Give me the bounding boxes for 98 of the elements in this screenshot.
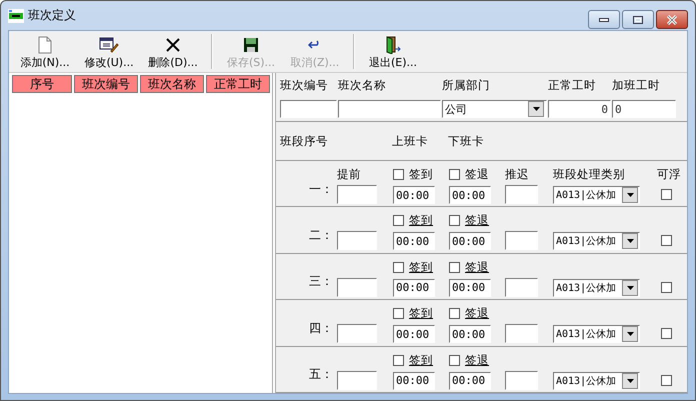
field-label: 所属部门 bbox=[442, 78, 491, 94]
checkbox[interactable] bbox=[449, 262, 460, 273]
maximize-icon bbox=[633, 16, 643, 24]
segment-label: 二： bbox=[309, 226, 334, 244]
time-field[interactable]: 00:00 bbox=[393, 372, 435, 390]
checkbox[interactable] bbox=[661, 189, 672, 200]
app-icon bbox=[8, 8, 24, 22]
caret-icon bbox=[626, 286, 634, 290]
checkbox[interactable] bbox=[661, 235, 672, 246]
time-field[interactable]: 00:00 bbox=[393, 232, 435, 250]
checkbox-label[interactable]: 签到 bbox=[409, 167, 433, 182]
field-label: 正常工时 bbox=[548, 78, 597, 94]
checkbox-label[interactable]: 签到 bbox=[409, 213, 433, 228]
time-field[interactable]: 00:00 bbox=[449, 325, 491, 344]
input-field[interactable] bbox=[337, 231, 377, 250]
toolbar-button[interactable]: 删除(D)... bbox=[141, 31, 205, 72]
input-field[interactable]: 0 bbox=[548, 100, 611, 118]
column-label: 班段处理类别 bbox=[553, 167, 626, 182]
segment-label: 一： bbox=[309, 180, 334, 198]
checkbox-label[interactable]: 签到 bbox=[409, 352, 433, 368]
document-icon bbox=[38, 36, 52, 54]
caret-icon bbox=[626, 332, 634, 336]
checkbox[interactable] bbox=[449, 354, 460, 366]
toolbar-button[interactable]: 修改(U)... bbox=[77, 31, 141, 72]
input-field[interactable] bbox=[505, 324, 538, 344]
column-header[interactable]: 班次编号 bbox=[74, 75, 138, 93]
input-field[interactable] bbox=[505, 370, 538, 390]
field-label: 班次编号 bbox=[280, 78, 329, 94]
window-title: 班次定义 bbox=[28, 7, 76, 24]
checkbox-label[interactable]: 签到 bbox=[409, 306, 433, 322]
checkbox[interactable] bbox=[393, 215, 404, 226]
column-header[interactable]: 序号 bbox=[12, 75, 72, 93]
category-dropdown[interactable]: A013|公休加 bbox=[553, 278, 640, 297]
toolbar-button[interactable]: 添加(N)... bbox=[13, 31, 77, 72]
column-label: 下班卡 bbox=[448, 134, 485, 148]
maximize-button[interactable] bbox=[622, 10, 654, 29]
toolbar-button[interactable]: 退出(E)... bbox=[361, 31, 425, 72]
time-field[interactable]: 00:00 bbox=[393, 325, 435, 344]
input-field[interactable] bbox=[505, 231, 538, 250]
close-icon bbox=[666, 14, 678, 24]
caret-icon bbox=[626, 239, 634, 244]
input-field[interactable] bbox=[337, 370, 377, 390]
checkbox[interactable] bbox=[449, 308, 460, 320]
time-field[interactable]: 00:00 bbox=[393, 278, 435, 297]
checkbox[interactable] bbox=[449, 169, 460, 180]
minimize-icon bbox=[599, 18, 609, 22]
caret-icon bbox=[626, 193, 634, 197]
input-field[interactable] bbox=[337, 278, 377, 297]
field-label: 加班工时 bbox=[612, 78, 661, 94]
input-field[interactable] bbox=[505, 278, 538, 297]
column-header[interactable]: 班次名称 bbox=[140, 75, 204, 93]
category-dropdown[interactable]: A013|公休加 bbox=[553, 186, 640, 204]
edit-icon bbox=[99, 36, 119, 54]
checkbox-label[interactable]: 签退 bbox=[465, 260, 489, 275]
checkbox[interactable] bbox=[393, 354, 404, 366]
column-label: 上班卡 bbox=[392, 134, 429, 148]
input-field[interactable] bbox=[338, 100, 441, 118]
input-field[interactable] bbox=[280, 100, 337, 118]
checkbox-label[interactable]: 签到 bbox=[409, 260, 433, 275]
time-field[interactable]: 00:00 bbox=[449, 232, 491, 250]
segment-label: 三： bbox=[309, 273, 334, 290]
checkbox[interactable] bbox=[661, 328, 672, 340]
category-dropdown[interactable]: A013|公休加 bbox=[553, 232, 640, 250]
input-field[interactable] bbox=[505, 185, 538, 204]
checkbox-label[interactable]: 签退 bbox=[465, 306, 489, 322]
delete-icon bbox=[165, 37, 181, 53]
column-label: 可浮 bbox=[657, 167, 682, 182]
minimize-button[interactable] bbox=[588, 10, 620, 29]
time-field[interactable]: 00:00 bbox=[449, 186, 491, 204]
column-label: 推迟 bbox=[505, 167, 530, 182]
checkbox[interactable] bbox=[393, 169, 404, 180]
checkbox[interactable] bbox=[661, 282, 672, 293]
caret-icon bbox=[532, 107, 540, 111]
checkbox-label[interactable]: 签退 bbox=[465, 213, 489, 228]
segment-label: 四： bbox=[309, 320, 334, 337]
category-dropdown[interactable]: A013|公休加 bbox=[553, 372, 640, 390]
segment-label: 五： bbox=[309, 366, 334, 384]
time-field[interactable]: 00:00 bbox=[393, 186, 435, 204]
category-dropdown[interactable]: A013|公休加 bbox=[553, 325, 640, 344]
input-field[interactable]: 0 bbox=[612, 100, 676, 118]
checkbox[interactable] bbox=[393, 262, 404, 273]
close-button[interactable] bbox=[656, 10, 688, 29]
input-field[interactable] bbox=[337, 185, 377, 204]
checkbox[interactable] bbox=[661, 374, 672, 386]
column-label: 班段序号 bbox=[280, 134, 329, 148]
department-dropdown[interactable]: 公司 bbox=[442, 100, 547, 118]
column-label: 提前 bbox=[337, 167, 362, 182]
field-label: 班次名称 bbox=[338, 78, 387, 94]
door-icon bbox=[385, 36, 401, 54]
caret-icon bbox=[626, 378, 634, 383]
input-field[interactable] bbox=[337, 324, 377, 344]
checkbox-label[interactable]: 签退 bbox=[465, 352, 489, 368]
checkbox[interactable] bbox=[449, 215, 460, 226]
column-header[interactable]: 正常工时 bbox=[206, 75, 270, 93]
time-field[interactable]: 00:00 bbox=[449, 372, 491, 390]
checkbox[interactable] bbox=[393, 308, 404, 320]
time-field[interactable]: 00:00 bbox=[449, 278, 491, 297]
checkbox-label[interactable]: 签退 bbox=[465, 167, 489, 182]
